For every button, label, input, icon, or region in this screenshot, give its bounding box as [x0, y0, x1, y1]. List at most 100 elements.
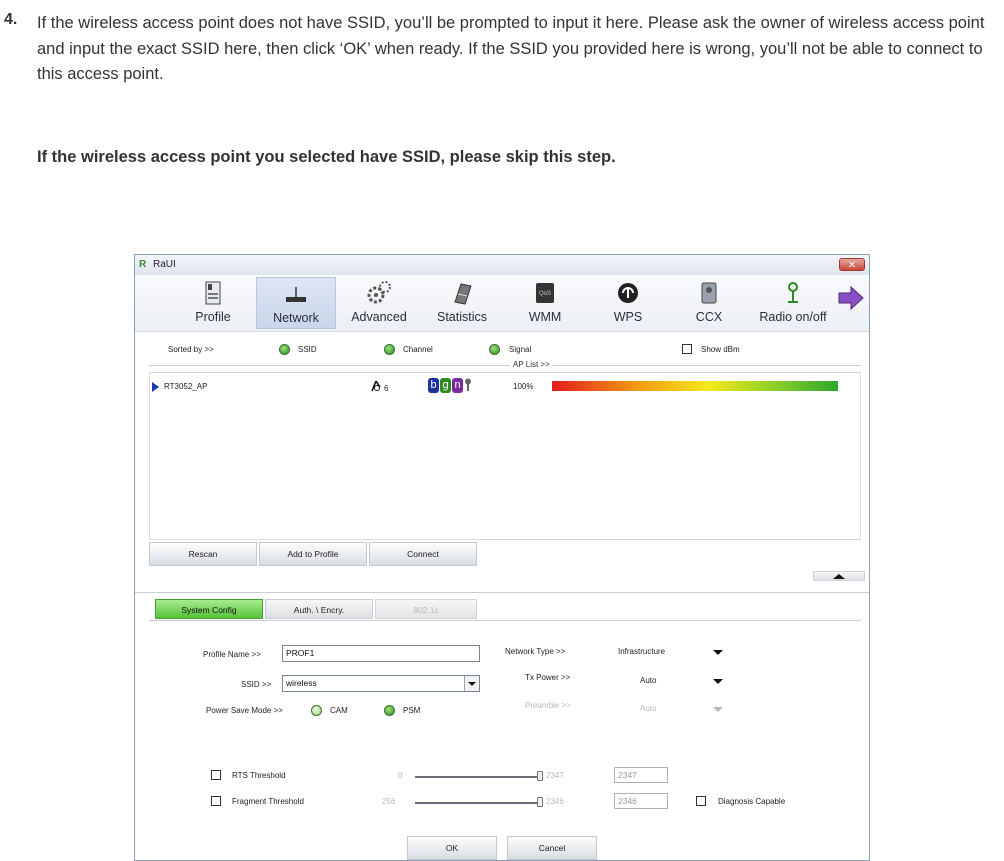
- close-button[interactable]: ✕: [839, 258, 865, 271]
- raui-window: R RaUI ✕ Profile Network Advanced Statis…: [134, 254, 870, 861]
- ap-list[interactable]: RT3052_AP 6 b g n 100%: [149, 372, 861, 540]
- toolbar-label: Radio on/off: [759, 310, 827, 324]
- app-icon: R: [139, 259, 147, 270]
- network-icon: [286, 287, 306, 302]
- add-to-profile-button[interactable]: Add to Profile: [259, 542, 367, 566]
- fragment-min-label: 256: [382, 797, 396, 806]
- toolbar-label: Network: [273, 311, 319, 325]
- fragment-slider-handle[interactable]: [537, 797, 543, 807]
- toolbar: Profile Network Advanced Statistics QoS …: [135, 275, 869, 332]
- toolbar-label: Statistics: [436, 310, 487, 324]
- window-title: RaUI: [153, 259, 176, 270]
- ap-channel: 6: [384, 384, 389, 393]
- toolbar-ccx[interactable]: CCX: [679, 277, 739, 329]
- signal-strength-bar: [552, 381, 838, 391]
- sort-bar: Sorted by >> SSID Channel Signal Show dB…: [135, 338, 869, 358]
- tab-auth-encry[interactable]: Auth. \ Encry.: [265, 599, 373, 619]
- show-dbm-checkbox[interactable]: [682, 344, 692, 354]
- ap-list-label: AP List >>: [510, 360, 553, 369]
- tab-8021x[interactable]: 802.1x: [375, 599, 477, 619]
- fragment-slider-track[interactable]: [415, 802, 539, 804]
- power-save-cam-radio[interactable]: [311, 705, 322, 716]
- preamble-value: Auto: [640, 704, 657, 713]
- sort-channel-radio[interactable]: [384, 344, 395, 355]
- fragment-max-label: 2346: [546, 797, 564, 806]
- gears-icon: [367, 281, 391, 304]
- channel-icon: [371, 380, 381, 392]
- fragment-threshold-checkbox[interactable]: [211, 796, 221, 806]
- next-arrow-icon[interactable]: [837, 285, 865, 311]
- toolbar-label: WMM: [528, 310, 562, 324]
- toolbar-label: Profile: [195, 310, 231, 324]
- toolbar-wmm[interactable]: QoS WMM: [510, 277, 580, 329]
- network-type-label: Network Type >>: [505, 647, 566, 656]
- rescan-button[interactable]: Rescan: [149, 542, 257, 566]
- ok-button[interactable]: OK: [407, 836, 497, 860]
- toolbar-wps[interactable]: WPS: [595, 277, 661, 329]
- power-save-psm-radio[interactable]: [384, 705, 395, 716]
- svg-text:QoS: QoS: [539, 291, 551, 297]
- network-type-value[interactable]: Infrastructure: [618, 647, 665, 656]
- ap-list-divider: [149, 365, 861, 366]
- skip-note: If the wireless access point you selecte…: [37, 148, 616, 166]
- wps-icon: [618, 283, 638, 303]
- sort-ssid-radio[interactable]: [279, 344, 290, 355]
- toolbar-label: Advanced: [351, 310, 407, 324]
- toolbar-statistics[interactable]: Statistics: [427, 277, 497, 329]
- radio-antenna-icon: [788, 282, 798, 303]
- rts-threshold-label: RTS Threshold: [232, 771, 286, 780]
- rts-slider-handle[interactable]: [537, 771, 543, 781]
- wmm-icon: QoS: [536, 283, 554, 303]
- chevron-down-icon: [468, 682, 476, 686]
- tab-system-config[interactable]: System Config: [155, 599, 263, 619]
- profile-name-input[interactable]: PROF1: [282, 645, 480, 662]
- toolbar-profile[interactable]: Profile: [177, 277, 249, 329]
- ccx-icon: [701, 282, 717, 304]
- power-save-psm-label: PSM: [403, 706, 421, 715]
- rts-value-field[interactable]: 2347: [614, 767, 668, 783]
- fragment-value-field[interactable]: 2346: [614, 793, 668, 809]
- toolbar-radio-toggle[interactable]: Radio on/off: [749, 277, 837, 329]
- diagnosis-capable-label: Diagnosis Capable: [718, 797, 786, 806]
- mode-b-badge: b: [428, 378, 439, 393]
- sort-ssid-label: SSID: [298, 345, 317, 354]
- rts-max-label: 2347: [546, 771, 564, 780]
- rts-min-label: 0: [398, 771, 403, 780]
- toolbar-label: CCX: [695, 310, 723, 324]
- ap-signal-percent: 100%: [513, 382, 534, 391]
- show-dbm-label: Show dBm: [701, 345, 740, 354]
- toolbar-label: WPS: [613, 310, 643, 324]
- preamble-label: Preamble >>: [525, 701, 571, 710]
- connect-button[interactable]: Connect: [369, 542, 477, 566]
- sort-channel-label: Channel: [403, 345, 433, 354]
- title-bar: R RaUI ✕: [135, 255, 869, 276]
- sort-signal-radio[interactable]: [489, 344, 500, 355]
- tx-power-label: Tx Power >>: [525, 673, 571, 682]
- selected-row-arrow-icon: [152, 382, 159, 392]
- collapse-toggle[interactable]: [813, 571, 865, 581]
- power-save-cam-label: CAM: [330, 706, 348, 715]
- profile-icon: [205, 281, 221, 305]
- ssid-value: wireless: [286, 678, 317, 688]
- toolbar-advanced[interactable]: Advanced: [341, 277, 417, 329]
- ap-row[interactable]: RT3052_AP 6 b g n 100%: [152, 378, 852, 393]
- ssid-dropdown-button[interactable]: [464, 676, 479, 691]
- network-type-dropdown-icon[interactable]: [713, 650, 723, 655]
- tx-power-value[interactable]: Auto: [640, 676, 656, 685]
- config-panel: System Config Auth. \ Encry. 802.1x Prof…: [135, 592, 869, 860]
- cancel-button[interactable]: Cancel: [507, 836, 597, 860]
- tx-power-dropdown-icon[interactable]: [713, 679, 723, 684]
- mode-g-badge: g: [440, 378, 451, 393]
- collapse-up-icon: [833, 574, 845, 579]
- sort-signal-label: Signal: [509, 345, 532, 354]
- ssid-combo[interactable]: wireless: [282, 675, 480, 692]
- rts-slider-track[interactable]: [415, 776, 539, 778]
- mode-n-badge: n: [452, 378, 463, 393]
- instruction-paragraph: If the wireless access point does not ha…: [37, 14, 985, 84]
- rts-threshold-checkbox[interactable]: [211, 770, 221, 780]
- diagnosis-capable-checkbox[interactable]: [696, 796, 706, 806]
- statistics-icon: [454, 283, 472, 305]
- power-save-label: Power Save Mode >>: [206, 706, 283, 715]
- fragment-threshold-label: Fragment Threshold: [232, 797, 304, 806]
- toolbar-network[interactable]: Network: [256, 277, 336, 329]
